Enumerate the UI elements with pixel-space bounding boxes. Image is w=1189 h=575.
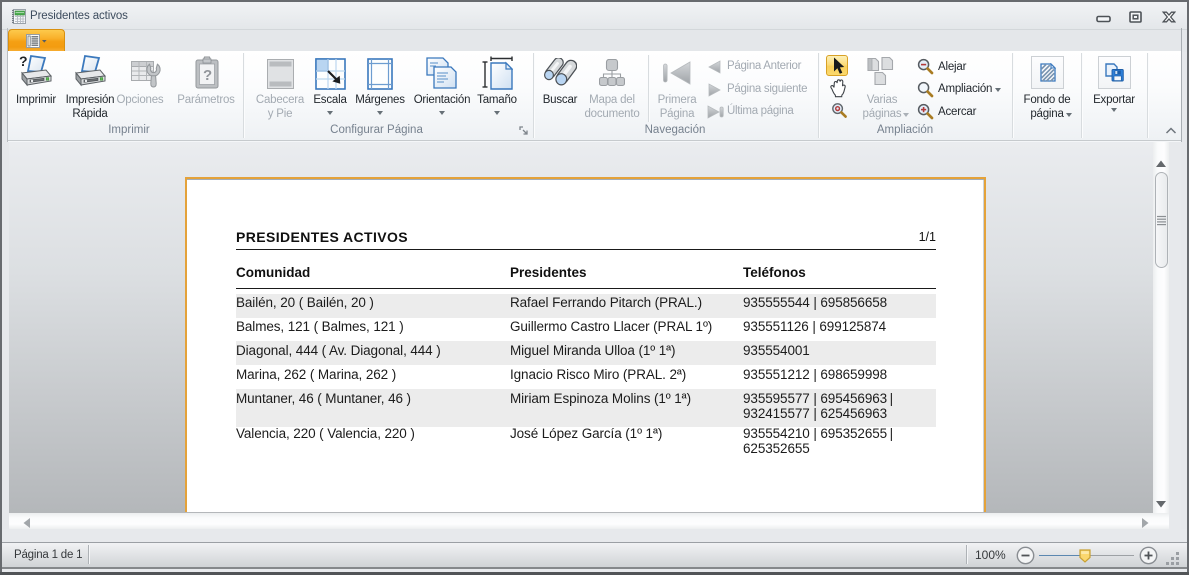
svg-text:?: ?: [19, 53, 28, 69]
svg-text:?: ?: [203, 67, 212, 84]
